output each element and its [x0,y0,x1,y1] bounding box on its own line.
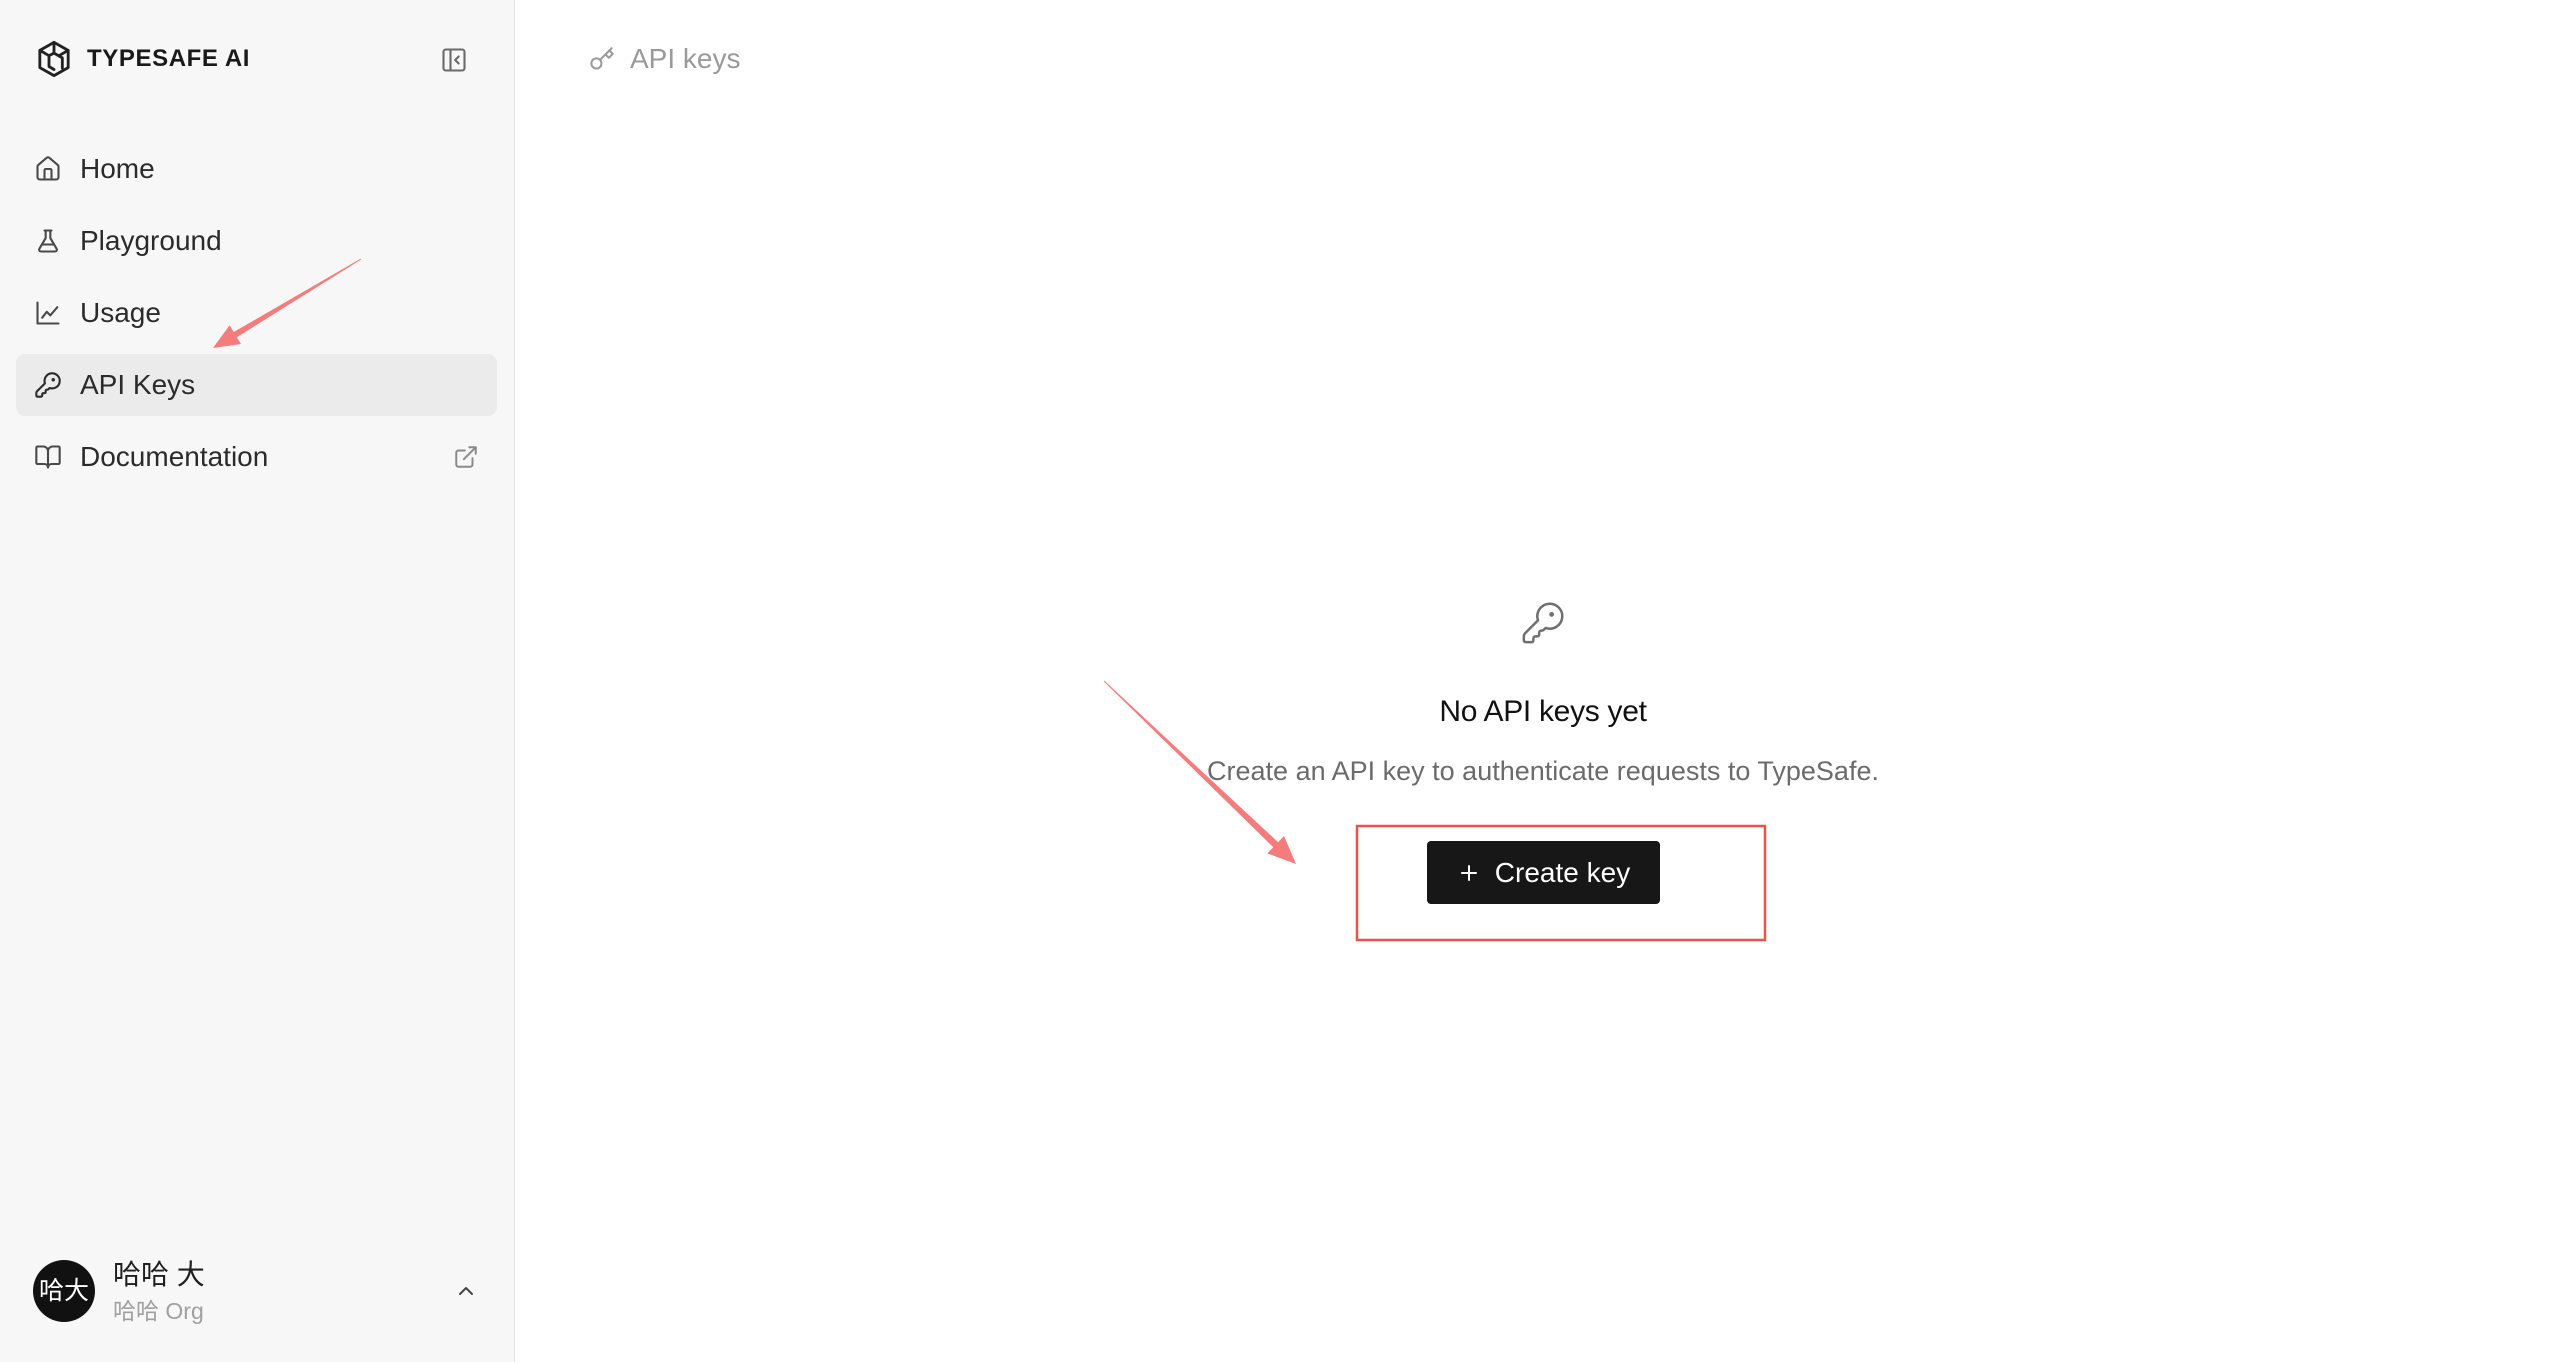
create-key-button[interactable]: Create key [1427,841,1660,904]
sidebar-item-home[interactable]: Home [16,138,497,200]
plus-icon [1457,861,1481,885]
sidebar-item-playground[interactable]: Playground [16,210,497,272]
sidebar-item-label: Usage [80,297,161,328]
sidebar-item-label: API Keys [80,369,196,400]
empty-state-title: No API keys yet [1439,695,1647,728]
external-link-icon [453,444,479,470]
book-open-icon [34,443,62,471]
home-icon [34,155,62,183]
brand-name: TYPESAFE AI [87,45,251,72]
sidebar-item-usage[interactable]: Usage [16,282,497,344]
user-name: 哈哈 大 [113,1259,205,1290]
key-icon [34,371,62,399]
sidebar-item-label: Documentation [80,441,269,472]
key-icon [1520,600,1566,646]
user-menu[interactable]: 哈大 哈哈 大 哈哈 Org [16,1248,497,1334]
flask-icon [34,227,62,255]
typesafe-logo-icon [34,38,74,80]
line-chart-icon [34,299,62,327]
chevron-up-icon[interactable] [454,1279,478,1303]
create-key-label: Create key [1494,856,1631,888]
sidebar-item-api-keys[interactable]: API Keys [16,354,497,416]
empty-state-description: Create an API key to authenticate reques… [1207,756,1879,786]
sidebar-item-label: Playground [80,225,222,256]
avatar: 哈大 [33,1260,95,1322]
sidebar-item-documentation[interactable]: Documentation [16,426,497,488]
sidebar-item-label: Home [80,153,155,184]
sidebar-collapse-icon[interactable] [440,46,468,74]
key-icon [588,46,615,73]
sidebar: TYPESAFE AI Home Playground Usage API Ke… [0,0,515,1362]
breadcrumb-label: API keys [630,43,741,74]
user-org: 哈哈 Org [113,1298,204,1324]
